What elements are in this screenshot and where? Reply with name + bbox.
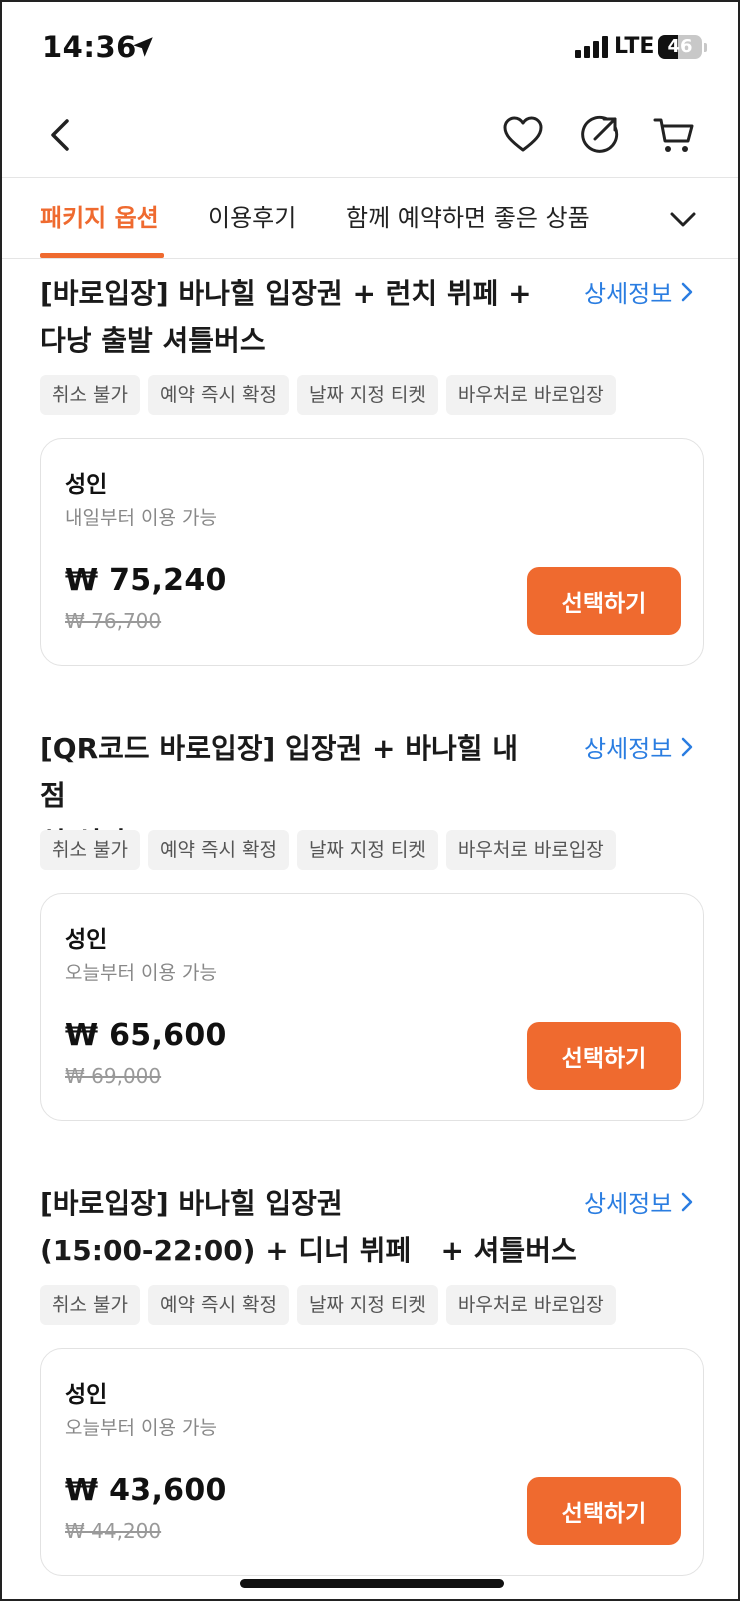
select-button[interactable]: 선택하기 xyxy=(527,567,681,635)
cart-icon[interactable] xyxy=(652,113,696,157)
option-card: 성인 오늘부터 이용 가능 ₩ 43,600 ₩ 44,200 선택하기 xyxy=(40,1348,704,1576)
detail-info-link[interactable]: 상세정보 xyxy=(584,729,694,764)
option-card: 성인 오늘부터 이용 가능 ₩ 65,600 ₩ 69,000 선택하기 xyxy=(40,893,704,1121)
tag-badge: 바우처로 바로입장 xyxy=(445,830,616,870)
tag-badge: 예약 즉시 확정 xyxy=(147,1285,289,1325)
tag-list: 취소 불가 예약 즉시 확정 날짜 지정 티켓 바우처로 바로입장 xyxy=(40,375,616,415)
package-title-line: 다낭 출발 셔틀버스 xyxy=(40,324,266,357)
package-title-line: [바로입장] 바나힐 입장권 + 런치 뷔페 + xyxy=(40,277,532,310)
status-time: 14:36 xyxy=(42,30,137,64)
sale-price: ₩ 43,600 xyxy=(65,1473,227,1508)
detail-info-label: 상세정보 xyxy=(584,1190,673,1218)
chevron-down-icon[interactable] xyxy=(666,202,700,236)
tab-related-products[interactable]: 함께 예약하면 좋은 상품 xyxy=(346,198,590,233)
package-title-line: [바로입장] 바나힐 입장권 xyxy=(40,1187,343,1220)
tab-bar: 패키지 옵션 이용후기 함께 예약하면 좋은 상품 xyxy=(2,177,738,259)
original-price: ₩ 44,200 xyxy=(65,1519,162,1543)
location-arrow-icon xyxy=(133,37,153,57)
heart-icon[interactable] xyxy=(501,113,545,157)
option-availability: 오늘부터 이용 가능 xyxy=(65,962,217,984)
detail-info-label: 상세정보 xyxy=(584,735,673,763)
tag-list: 취소 불가 예약 즉시 확정 날짜 지정 티켓 바우처로 바로입장 xyxy=(40,830,616,870)
chevron-right-icon xyxy=(682,1192,693,1211)
option-name: 성인 xyxy=(65,1382,108,1408)
chevron-right-icon xyxy=(682,282,693,301)
package-title: [바로입장] 바나힐 입장권 (15:00-22:00) + 디너 뷔페 + 셔… xyxy=(40,1180,577,1274)
chevron-right-icon xyxy=(682,737,693,756)
share-icon[interactable] xyxy=(577,113,621,157)
tab-reviews[interactable]: 이용후기 xyxy=(208,198,296,233)
home-indicator[interactable] xyxy=(240,1579,504,1588)
select-button[interactable]: 선택하기 xyxy=(527,1022,681,1090)
tag-badge: 바우처로 바로입장 xyxy=(445,1285,616,1325)
sale-price: ₩ 75,240 xyxy=(65,563,227,598)
select-button[interactable]: 선택하기 xyxy=(527,1477,681,1545)
status-bar: 14:36 LTE 46 xyxy=(2,2,738,97)
tag-badge: 취소 불가 xyxy=(40,830,140,870)
tag-badge: 취소 불가 xyxy=(40,1285,140,1325)
tag-badge: 날짜 지정 티켓 xyxy=(296,375,438,415)
tag-badge: 예약 즉시 확정 xyxy=(147,830,289,870)
sale-price: ₩ 65,600 xyxy=(65,1018,227,1053)
original-price: ₩ 76,700 xyxy=(65,609,162,633)
detail-info-link[interactable]: 상세정보 xyxy=(584,1184,694,1219)
network-label: LTE xyxy=(614,34,655,59)
battery-icon: 46 xyxy=(658,35,702,59)
tag-list: 취소 불가 예약 즉시 확정 날짜 지정 티켓 바우처로 바로입장 xyxy=(40,1285,616,1325)
package-title-line: [QR코드 바로입장] 입장권 + 바나힐 내 점 xyxy=(40,732,519,812)
tab-package-options[interactable]: 패키지 옵션 xyxy=(40,198,159,233)
detail-info-label: 상세정보 xyxy=(584,280,673,308)
tag-badge: 예약 즉시 확정 xyxy=(147,375,289,415)
signal-strength-icon xyxy=(575,36,608,58)
option-name: 성인 xyxy=(65,472,108,498)
option-name: 성인 xyxy=(65,927,108,953)
tag-badge: 취소 불가 xyxy=(40,375,140,415)
option-card: 성인 내일부터 이용 가능 ₩ 75,240 ₩ 76,700 선택하기 xyxy=(40,438,704,666)
active-tab-indicator xyxy=(40,253,164,258)
top-nav-bar xyxy=(2,97,738,177)
package-title-line: (15:00-22:00) + 디너 뷔페 + 셔틀버스 xyxy=(40,1234,577,1267)
chevron-left-icon[interactable] xyxy=(40,113,84,157)
tag-badge: 바우처로 바로입장 xyxy=(445,375,616,415)
tag-badge: 날짜 지정 티켓 xyxy=(296,1285,438,1325)
option-availability: 오늘부터 이용 가능 xyxy=(65,1417,217,1439)
option-availability: 내일부터 이용 가능 xyxy=(65,507,217,529)
battery-level: 46 xyxy=(667,36,693,57)
original-price: ₩ 69,000 xyxy=(65,1064,162,1088)
package-title: [바로입장] 바나힐 입장권 + 런치 뷔페 + 다낭 출발 셔틀버스 xyxy=(40,270,550,364)
tag-badge: 날짜 지정 티켓 xyxy=(296,830,438,870)
battery-tip xyxy=(704,43,707,52)
detail-info-link[interactable]: 상세정보 xyxy=(584,274,694,309)
